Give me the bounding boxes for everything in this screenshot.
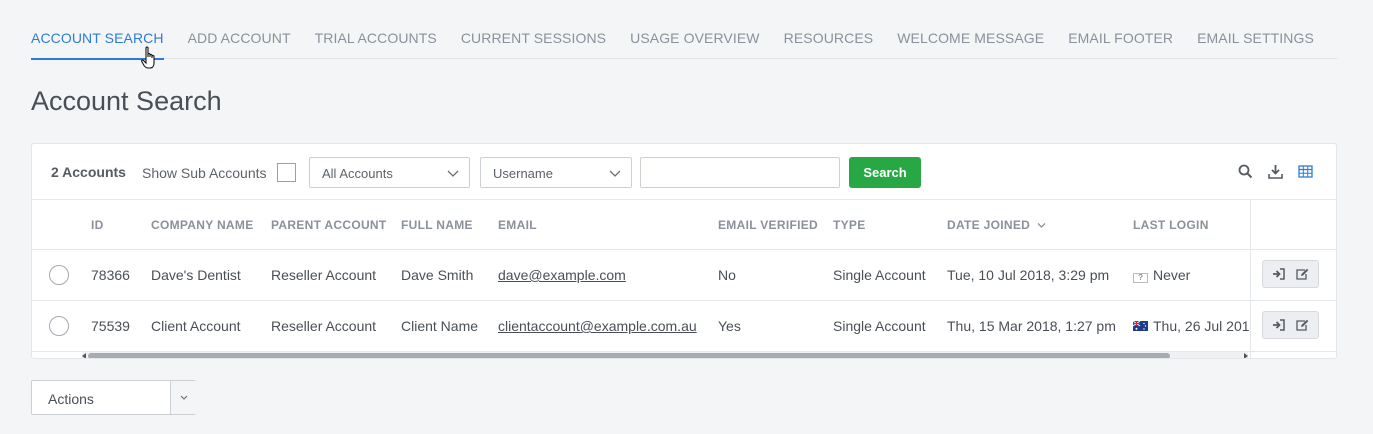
search-input[interactable] <box>640 157 840 188</box>
cell-id: 78366 <box>91 267 130 283</box>
page-title: Account Search <box>31 86 222 116</box>
search-button[interactable]: Search <box>849 157 921 188</box>
cell-fullname: Client Name <box>401 318 479 334</box>
account-filter-select[interactable]: All Accounts <box>309 157 470 188</box>
table-header: ID COMPANY NAME PARENT ACCOUNT FULL NAME… <box>32 200 1336 250</box>
cell-verified: Yes <box>718 318 741 334</box>
cell-email-link[interactable]: dave@example.com <box>498 267 626 283</box>
scroll-right-icon[interactable] <box>1244 353 1248 358</box>
actions-dropdown[interactable]: Actions <box>31 380 196 415</box>
row-select-radio[interactable] <box>49 316 69 336</box>
row-select-radio[interactable] <box>49 265 69 285</box>
search-icon[interactable] <box>1238 164 1253 179</box>
cell-fullname: Dave Smith <box>401 267 474 283</box>
date-joined-label: DATE JOINED <box>947 218 1031 232</box>
cell-parent: Reseller Account <box>271 267 377 283</box>
chevron-down-icon <box>180 395 188 400</box>
search-field-select[interactable]: Username <box>480 157 632 188</box>
scrollbar-thumb[interactable] <box>88 353 1170 358</box>
cell-parent: Reseller Account <box>271 318 377 334</box>
scroll-left-icon[interactable] <box>82 353 86 358</box>
row-actions <box>1262 260 1319 288</box>
chevron-down-icon <box>609 170 621 177</box>
column-header-last-login[interactable]: LAST LOGIN <box>1133 218 1209 232</box>
column-header-date-joined[interactable]: DATE JOINED <box>947 218 1046 232</box>
sign-in-icon[interactable] <box>1272 319 1285 331</box>
column-header-company[interactable]: COMPANY NAME <box>151 218 254 232</box>
cell-type: Single Account <box>833 318 926 334</box>
column-header-email[interactable]: EMAIL <box>498 218 537 232</box>
tab-current-sessions[interactable]: CURRENT SESSIONS <box>461 30 606 59</box>
download-icon[interactable] <box>1268 164 1283 179</box>
column-header-type[interactable]: TYPE <box>833 218 866 232</box>
search-toolbar: 2 Accounts Show Sub Accounts All Account… <box>32 144 1336 200</box>
cell-company: Dave's Dentist <box>151 267 241 283</box>
horizontal-scrollbar[interactable] <box>82 352 1248 358</box>
cell-verified: No <box>718 267 736 283</box>
last-login-value: Thu, 26 Jul 2018 <box>1153 318 1258 334</box>
last-login-value: Never <box>1153 267 1191 283</box>
edit-icon[interactable] <box>1296 268 1309 280</box>
hand-cursor-icon <box>141 46 155 69</box>
actions-toggle[interactable] <box>170 381 196 414</box>
cell-date-joined: Tue, 10 Jul 2018, 3:29 pm <box>947 267 1110 283</box>
tab-add-account[interactable]: ADD ACCOUNT <box>188 30 291 59</box>
column-header-fullname[interactable]: FULL NAME <box>401 218 473 232</box>
cell-date-joined: Thu, 15 Mar 2018, 1:27 pm <box>947 318 1116 334</box>
tab-email-footer[interactable]: EMAIL FOOTER <box>1068 30 1173 59</box>
row-actions <box>1262 311 1319 339</box>
tab-email-settings[interactable]: EMAIL SETTINGS <box>1197 30 1314 59</box>
tab-welcome-message[interactable]: WELCOME MESSAGE <box>897 30 1044 59</box>
cell-last-login: Thu, 26 Jul 2018 <box>1133 318 1257 334</box>
cell-id: 75539 <box>91 318 130 334</box>
tab-bar: ACCOUNT SEARCH ADD ACCOUNT TRIAL ACCOUNT… <box>31 0 1337 60</box>
column-header-verified[interactable]: EMAIL VERIFIED <box>718 218 818 232</box>
sign-in-icon[interactable] <box>1272 268 1285 280</box>
unknown-flag-icon: ? <box>1133 273 1148 283</box>
column-header-id[interactable]: ID <box>91 218 104 232</box>
cell-type: Single Account <box>833 267 926 283</box>
cell-last-login: ? Never <box>1133 267 1190 283</box>
australia-flag-icon <box>1133 321 1148 331</box>
cell-email-link[interactable]: clientaccount@example.com.au <box>498 318 697 334</box>
tab-resources[interactable]: RESOURCES <box>784 30 874 59</box>
accounts-card: 2 Accounts Show Sub Accounts All Account… <box>31 143 1337 359</box>
cell-company: Client Account <box>151 318 241 334</box>
search-field-value: Username <box>493 166 553 181</box>
show-sub-accounts-checkbox[interactable] <box>277 163 296 182</box>
account-count: 2 Accounts <box>51 164 126 180</box>
sort-desc-icon <box>1037 223 1046 228</box>
table-columns-icon[interactable] <box>1298 164 1313 179</box>
table-row: 78366 Dave's Dentist Reseller Account Da… <box>32 250 1336 301</box>
show-sub-accounts-label: Show Sub Accounts <box>142 165 267 181</box>
tab-usage-overview[interactable]: USAGE OVERVIEW <box>630 30 760 59</box>
row-actions-column <box>1250 200 1336 358</box>
tab-trial-accounts[interactable]: TRIAL ACCOUNTS <box>315 30 437 59</box>
column-header-parent[interactable]: PARENT ACCOUNT <box>271 218 387 232</box>
edit-icon[interactable] <box>1296 319 1309 331</box>
table-row: 75539 Client Account Reseller Account Cl… <box>32 301 1336 352</box>
account-filter-value: All Accounts <box>322 166 393 181</box>
chevron-down-icon <box>447 170 459 177</box>
actions-label: Actions <box>48 391 94 407</box>
